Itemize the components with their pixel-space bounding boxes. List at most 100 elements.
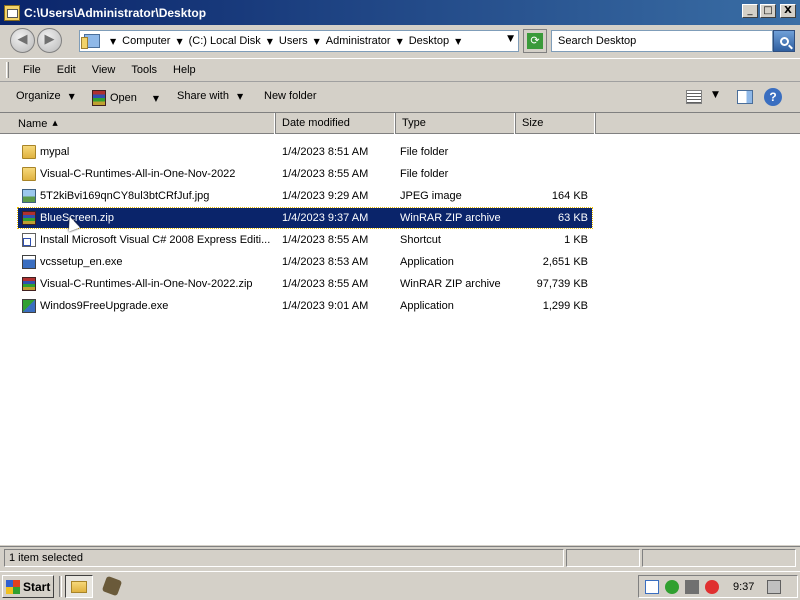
breadcrumb-arrow-icon[interactable]: ▼ [176, 37, 182, 46]
file-row[interactable]: 5T2kiBvi169qnCY8ul3btCRfJuf.jpg 1/4/2023… [18, 186, 592, 206]
address-breadcrumb[interactable]: ▼ Computer ▼ (C:) Local Disk ▼ Users ▼ A… [79, 30, 519, 52]
column-headers: Name ▲ Date modified Type Size [0, 113, 800, 134]
share-with-button[interactable]: Share with ▼ [177, 90, 243, 102]
menu-help[interactable]: Help [165, 64, 204, 76]
file-size [516, 142, 588, 162]
address-bar-row: ◀ ▶ ▼ Computer ▼ (C:) Local Disk ▼ Users… [0, 25, 800, 57]
taskbar-clock[interactable]: 9:37 [733, 581, 763, 593]
back-button[interactable]: ◀ [10, 28, 35, 53]
chevron-down-icon[interactable]: ▼ [153, 94, 159, 103]
column-header-type[interactable]: Type [396, 113, 516, 134]
file-row[interactable]: Install Microsoft Visual C# 2008 Express… [18, 230, 592, 250]
sort-ascending-icon: ▲ [52, 119, 58, 127]
organize-button[interactable]: Organize ▼ [16, 90, 75, 102]
tray-document-icon[interactable] [645, 579, 659, 594]
refresh-button[interactable]: ⟳ [523, 29, 547, 53]
file-row[interactable]: mypal 1/4/2023 8:51 AM File folder [18, 142, 592, 162]
show-desktop-icon[interactable] [767, 579, 781, 594]
tray-volume-muted-icon[interactable] [705, 579, 719, 594]
file-size [516, 164, 588, 184]
file-name[interactable]: Windos9FreeUpgrade.exe [40, 296, 168, 316]
open-button[interactable]: Open ▼ [92, 90, 159, 106]
new-folder-label: New folder [264, 90, 317, 102]
file-date: 1/4/2023 9:29 AM [282, 190, 369, 202]
winrar-zip-icon [22, 277, 36, 291]
breadcrumb-arrow-icon[interactable]: ▼ [455, 37, 461, 46]
file-date: 1/4/2023 9:01 AM [282, 300, 369, 312]
menu-bar: File Edit View Tools Help [0, 58, 800, 80]
file-size: 2,651 KB [542, 256, 588, 268]
file-name[interactable]: Install Microsoft Visual C# 2008 Express… [40, 230, 270, 250]
help-icon[interactable]: ? [764, 88, 782, 106]
file-type: Shortcut [400, 234, 441, 246]
file-row[interactable]: vcssetup_en.exe 1/4/2023 8:53 AM Applica… [18, 252, 592, 272]
open-label: Open [110, 92, 137, 104]
column-name-label: Name [18, 118, 48, 130]
breadcrumb-desktop[interactable]: Desktop [409, 35, 449, 47]
taskbar-app-icon[interactable] [101, 575, 123, 597]
address-history-dropdown-icon[interactable]: ▼ [507, 34, 514, 44]
breadcrumb-computer[interactable]: Computer [122, 35, 170, 47]
organize-label: Organize [16, 90, 61, 102]
share-with-label: Share with [177, 90, 229, 102]
breadcrumb-local-disk[interactable]: (C:) Local Disk [189, 35, 261, 47]
file-row[interactable]: Windos9FreeUpgrade.exe 1/4/2023 9:01 AM … [18, 296, 592, 316]
breadcrumb-arrow-icon[interactable]: ▼ [314, 37, 320, 46]
maximize-button[interactable]: □ [760, 4, 776, 18]
tray-security-icon[interactable] [665, 579, 679, 594]
new-folder-button[interactable]: New folder [264, 90, 317, 102]
system-tray: 9:37 [638, 575, 798, 598]
file-size: 97,739 KB [536, 278, 588, 290]
minimize-button[interactable]: _ [742, 4, 758, 18]
file-name[interactable]: vcssetup_en.exe [40, 252, 123, 272]
search-input[interactable]: Search Desktop [551, 30, 773, 52]
command-bar: Organize ▼ Open ▼ Share with ▼ New folde… [0, 81, 800, 113]
file-type: Application [400, 256, 454, 268]
file-type: WinRAR ZIP archive [400, 212, 501, 224]
view-options-dropdown-icon[interactable]: ▼ [712, 90, 719, 100]
tray-network-icon[interactable] [685, 579, 699, 594]
file-name[interactable]: Visual-C-Runtimes-All-in-One-Nov-2022.zi… [40, 274, 253, 294]
folder-icon [22, 167, 36, 181]
folder-icon [22, 145, 36, 159]
file-name[interactable]: Visual-C-Runtimes-All-in-One-Nov-2022 [40, 164, 235, 184]
file-type: File folder [400, 146, 449, 158]
windows-logo-icon [6, 579, 20, 594]
forward-button[interactable]: ▶ [37, 28, 62, 53]
breadcrumb-administrator[interactable]: Administrator [326, 35, 391, 47]
chevron-down-icon: ▼ [236, 91, 244, 101]
breadcrumb-arrow-icon[interactable]: ▼ [267, 37, 273, 46]
file-date: 1/4/2023 8:53 AM [282, 256, 369, 268]
breadcrumb-arrow-icon[interactable]: ▼ [110, 37, 116, 46]
file-type: Application [400, 300, 454, 312]
file-list[interactable]: mypal 1/4/2023 8:51 AM File folder Visua… [0, 134, 800, 545]
taskbar-explorer-button[interactable] [65, 575, 93, 598]
column-header-size[interactable]: Size [516, 113, 596, 134]
menu-view[interactable]: View [84, 64, 124, 76]
chevron-down-icon: ▼ [68, 91, 75, 101]
file-row-selected[interactable]: BlueScreen.zip 1/4/2023 9:37 AM WinRAR Z… [17, 207, 593, 229]
column-type-label: Type [402, 117, 426, 129]
change-view-icon[interactable] [686, 90, 702, 104]
file-row[interactable]: Visual-C-Runtimes-All-in-One-Nov-2022 1/… [18, 164, 592, 184]
file-date: 1/4/2023 8:55 AM [282, 278, 369, 290]
menu-file[interactable]: File [15, 64, 49, 76]
window-title: C:\Users\Administrator\Desktop [24, 5, 207, 20]
search-button[interactable] [773, 30, 795, 52]
breadcrumb-users[interactable]: Users [279, 35, 308, 47]
winrar-icon [92, 90, 106, 106]
file-date: 1/4/2023 8:55 AM [282, 234, 369, 246]
preview-pane-icon[interactable] [737, 90, 753, 104]
menu-tools[interactable]: Tools [123, 64, 165, 76]
winrar-zip-icon [22, 211, 36, 225]
file-row[interactable]: Visual-C-Runtimes-All-in-One-Nov-2022.zi… [18, 274, 592, 294]
start-button[interactable]: Start [2, 575, 54, 598]
menu-edit[interactable]: Edit [49, 64, 84, 76]
file-name[interactable]: 5T2kiBvi169qnCY8ul3btCRfJuf.jpg [40, 186, 209, 206]
folder-location-icon [81, 34, 100, 49]
breadcrumb-arrow-icon[interactable]: ▼ [397, 37, 403, 46]
file-name[interactable]: mypal [40, 142, 69, 162]
column-header-date-modified[interactable]: Date modified [276, 113, 396, 134]
column-header-name[interactable]: Name ▲ [12, 113, 276, 134]
close-button[interactable]: X [780, 4, 796, 18]
